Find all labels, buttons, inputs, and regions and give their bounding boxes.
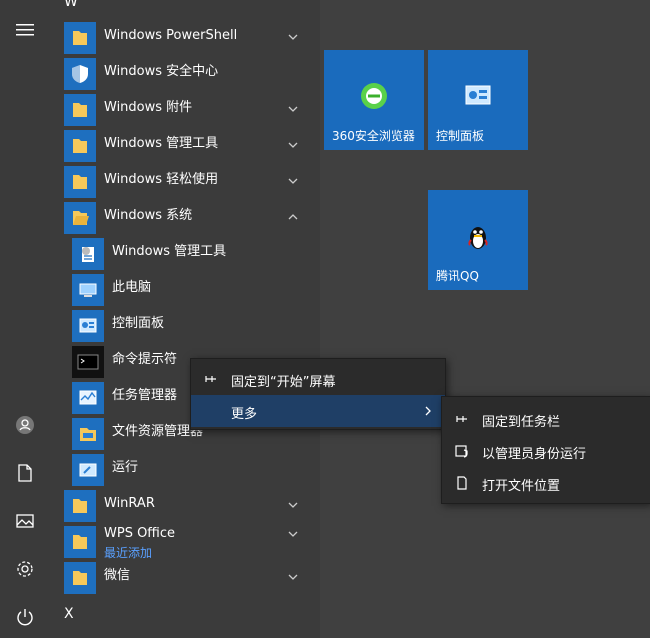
- folder-icon: [64, 562, 96, 594]
- pin-icon: [205, 376, 216, 382]
- tile-tencent-qq[interactable]: 腾讯QQ: [428, 190, 528, 290]
- menu-item-label: 固定到“开始”屏幕: [231, 375, 336, 390]
- power-button[interactable]: [0, 597, 50, 637]
- menu-item-label: 打开文件位置: [482, 479, 561, 494]
- task-manager-icon: [72, 382, 104, 414]
- chevron-down-icon: [288, 531, 298, 537]
- folder-icon: [64, 94, 96, 126]
- hamburger-icon: [16, 24, 34, 36]
- user-icon: [16, 416, 34, 434]
- app-windows-accessories[interactable]: Windows 附件: [50, 92, 310, 128]
- app-windows-admin-tools[interactable]: Windows 管理工具: [50, 128, 310, 164]
- folder-icon: [64, 490, 96, 522]
- app-windows-powershell[interactable]: Windows PowerShell: [50, 20, 310, 56]
- chevron-down-icon: [288, 142, 298, 148]
- run-as-admin-menu-item[interactable]: 以管理员身份运行: [442, 435, 650, 467]
- start-left-rail: [0, 0, 50, 638]
- app-label: Windows 管理工具: [112, 244, 227, 259]
- file-location-icon: [457, 476, 467, 490]
- subapp-run[interactable]: 运行: [50, 452, 310, 488]
- app-label: Windows PowerShell: [104, 28, 238, 43]
- pin-to-start-menu-item[interactable]: 固定到“开始”屏幕: [191, 363, 445, 395]
- chevron-down-icon: [288, 106, 298, 112]
- app-label: 控制面板: [112, 316, 165, 331]
- chevron-down-icon: [288, 178, 298, 184]
- power-icon: [17, 609, 33, 626]
- tile-360-browser[interactable]: 360安全浏览器: [324, 50, 424, 150]
- app-label: 此电脑: [112, 280, 152, 295]
- folder-icon: [64, 22, 96, 54]
- folder-open-icon: [64, 202, 96, 234]
- menu-item-label: 以管理员身份运行: [482, 447, 587, 462]
- chevron-down-icon: [288, 502, 298, 508]
- chevron-down-icon: [288, 34, 298, 40]
- control-panel-icon: [465, 85, 491, 105]
- more-submenu: 固定到任务栏 以管理员身份运行 打开文件位置: [441, 396, 650, 504]
- 360-browser-icon: [361, 83, 387, 109]
- folder-icon: [64, 130, 96, 162]
- app-label: WPS Office: [104, 526, 176, 541]
- gear-icon: [17, 561, 33, 577]
- app-wechat[interactable]: 微信: [50, 560, 310, 596]
- document-icon: [18, 464, 32, 482]
- more-menu-item[interactable]: 更多: [191, 395, 445, 427]
- computer-icon: [72, 274, 104, 306]
- chevron-right-icon: [425, 406, 431, 416]
- app-list: W Windows PowerShell Windows 安全中心 Window…: [50, 0, 320, 638]
- app-label: Windows 管理工具: [104, 136, 219, 151]
- file-explorer-icon: [72, 418, 104, 450]
- app-label: 运行: [112, 460, 139, 475]
- app-label: Windows 系统: [104, 208, 193, 223]
- folder-icon: [64, 166, 96, 198]
- qq-penguin-icon: [468, 227, 488, 249]
- control-panel-icon: [72, 310, 104, 342]
- open-file-location-menu-item[interactable]: 打开文件位置: [442, 467, 650, 499]
- tile-label: 控制面板: [436, 129, 485, 143]
- tile-label: 360安全浏览器: [332, 129, 415, 143]
- hamburger-menu-button[interactable]: [0, 10, 50, 50]
- folder-icon: [64, 526, 96, 558]
- app-label: Windows 附件: [104, 100, 193, 115]
- pin-icon: [456, 416, 467, 422]
- menu-item-label: 固定到任务栏: [482, 415, 561, 430]
- subapp-admin-tools[interactable]: Windows 管理工具: [50, 236, 310, 272]
- subapp-this-pc[interactable]: 此电脑: [50, 272, 310, 308]
- app-label: Windows 轻松使用: [104, 172, 219, 187]
- shield-icon: [64, 58, 96, 90]
- app-label: 命令提示符: [112, 352, 178, 367]
- pin-to-taskbar-menu-item[interactable]: 固定到任务栏: [442, 403, 650, 435]
- app-windows-ease-of-access[interactable]: Windows 轻松使用: [50, 164, 310, 200]
- chevron-down-icon: [288, 574, 298, 580]
- app-label: 微信: [104, 568, 131, 583]
- tile-control-panel[interactable]: 控制面板: [428, 50, 528, 150]
- app-windows-system[interactable]: Windows 系统: [50, 200, 310, 236]
- letter-header-x[interactable]: X: [64, 606, 74, 622]
- run-icon: [72, 454, 104, 486]
- tile-label: 腾讯QQ: [436, 269, 479, 283]
- picture-icon: [16, 514, 34, 528]
- context-menu: 固定到“开始”屏幕 更多: [190, 358, 446, 430]
- admin-shield-icon: [455, 445, 468, 458]
- cmd-icon: [72, 346, 104, 378]
- menu-item-label: 更多: [231, 407, 258, 422]
- documents-button[interactable]: [0, 453, 50, 493]
- app-windows-security[interactable]: Windows 安全中心: [50, 56, 310, 92]
- subapp-control-panel[interactable]: 控制面板: [50, 308, 310, 344]
- recently-added-label: 最近添加: [104, 546, 153, 560]
- user-account-button[interactable]: [0, 405, 50, 445]
- settings-button[interactable]: [0, 549, 50, 589]
- app-label: WinRAR: [104, 496, 155, 511]
- app-label: 任务管理器: [112, 388, 178, 403]
- letter-header-w[interactable]: W: [64, 0, 78, 10]
- admin-tools-icon: [72, 238, 104, 270]
- app-label: Windows 安全中心: [104, 64, 219, 79]
- app-winrar[interactable]: WinRAR: [50, 488, 310, 524]
- app-wps-office[interactable]: WPS Office 最近添加: [50, 524, 310, 560]
- pictures-button[interactable]: [0, 501, 50, 541]
- chevron-up-icon: [288, 214, 298, 220]
